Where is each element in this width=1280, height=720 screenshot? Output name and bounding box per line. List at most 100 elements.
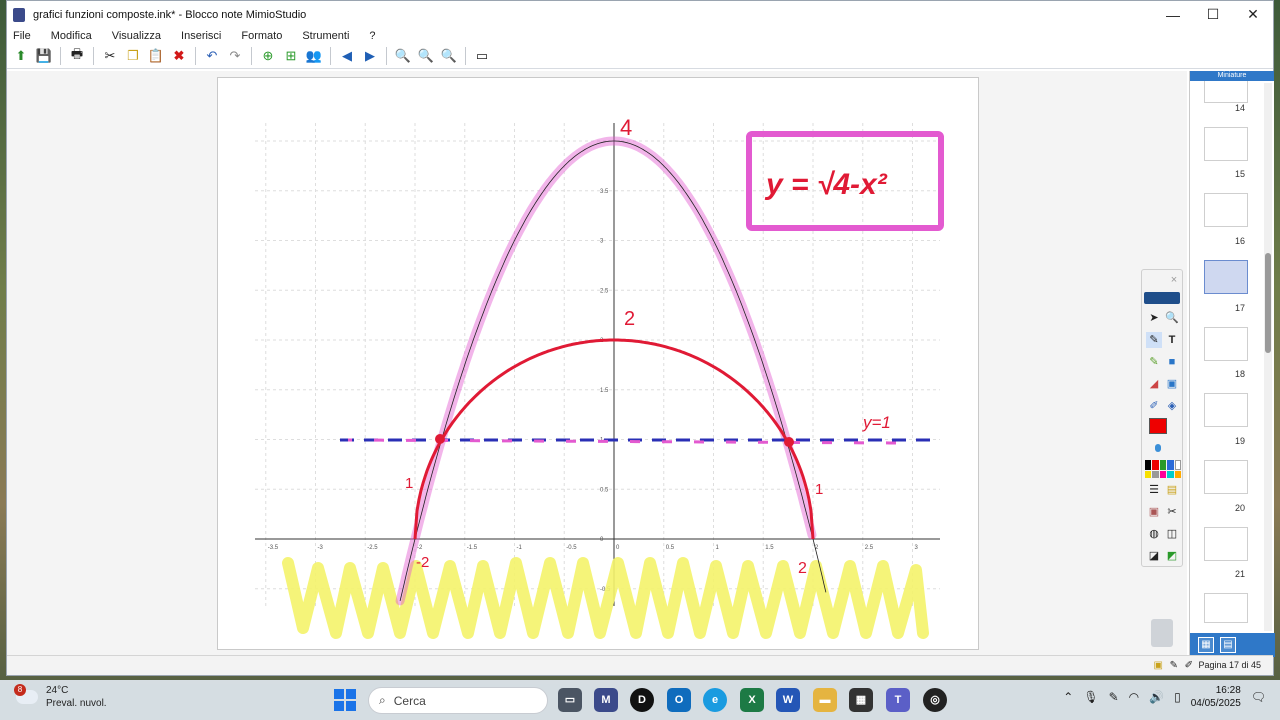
thumbnail-16[interactable] <box>1204 193 1248 227</box>
maximize-button[interactable]: ☐ <box>1193 1 1233 28</box>
gallery-icon[interactable]: ▤ <box>1164 482 1180 498</box>
menu-modifica[interactable]: Modifica <box>51 30 100 42</box>
gallery-view-icon[interactable]: ▤ <box>1220 637 1236 653</box>
equation-text: y = √4-x² <box>764 168 888 201</box>
users-icon[interactable]: 👥 <box>304 46 324 66</box>
mimio-app-icon[interactable]: M <box>594 688 618 712</box>
undo-icon[interactable]: ↶ <box>202 46 222 66</box>
menu-strumenti[interactable]: Strumenti <box>302 30 357 42</box>
excel-app-icon[interactable]: X <box>740 688 764 712</box>
microphone-icon[interactable]: 🎙 <box>1083 690 1098 704</box>
pen-icon[interactable]: ✎ <box>1109 690 1119 704</box>
text-tool-icon[interactable]: T <box>1164 332 1180 348</box>
status-tools-icon[interactable]: ✐ <box>1185 660 1193 671</box>
menu-inserisci[interactable]: Inserisci <box>181 30 229 42</box>
notifications-icon[interactable]: 🗨 <box>1251 690 1266 704</box>
scrollbar-thumb[interactable] <box>1265 253 1271 353</box>
new-page-icon[interactable]: ⊕ <box>258 46 278 66</box>
chevron-up-icon[interactable]: ⌃ <box>1063 690 1073 704</box>
screen-icon[interactable]: ▭ <box>472 46 492 66</box>
thumbnail-19[interactable] <box>1204 393 1248 427</box>
spotlight-icon[interactable]: ◍ <box>1146 526 1162 542</box>
label-neg2: -2 <box>416 554 429 571</box>
menu-file[interactable]: File <box>13 30 39 42</box>
zoom-tool-icon[interactable]: 🔍 <box>1164 310 1180 326</box>
thumbnail-21[interactable] <box>1204 527 1248 561</box>
word-app-icon[interactable]: W <box>776 688 800 712</box>
volume-icon[interactable]: 🔊 <box>1149 690 1164 704</box>
clock[interactable]: 16:28 04/05/2025 <box>1191 684 1241 710</box>
outlook-app-icon[interactable]: O <box>667 688 691 712</box>
notebook-page[interactable]: -3.5 -3 -2.5 -2 -1.5 -1 -0.5 0 0.5 1 1.5 2 2.5 3 3.5 3… <box>217 77 979 650</box>
forward-icon[interactable]: ▶ <box>360 46 380 66</box>
explorer-app-icon[interactable]: ▬ <box>813 688 837 712</box>
highlighter-icon[interactable]: ✎ <box>1146 354 1162 370</box>
print-icon[interactable]: 🖶 <box>67 46 87 66</box>
menu-visualizza[interactable]: Visualizza <box>112 30 169 42</box>
pen-tool-icon[interactable]: ✎ <box>1146 332 1162 348</box>
lines-icon[interactable]: ☰ <box>1146 482 1162 498</box>
cut-icon[interactable]: ✂ <box>100 46 120 66</box>
image-tool-icon[interactable]: ▣ <box>1164 376 1180 392</box>
zoom-in-icon[interactable]: 🔍 <box>393 46 413 66</box>
pipette-icon[interactable]: ✐ <box>1146 398 1162 414</box>
chatgpt-app-icon[interactable]: ◎ <box>923 688 947 712</box>
reveal-icon[interactable]: ◫ <box>1164 526 1180 542</box>
y-tick-label: 2.5 <box>600 288 609 294</box>
thumbnails-view-icon[interactable]: ▦ <box>1198 637 1214 653</box>
cloud-icon: 8 <box>14 684 38 704</box>
search-box[interactable]: ⌕ Cerca <box>368 687 548 714</box>
color-palette[interactable] <box>1145 460 1181 478</box>
wifi-icon[interactable]: ◠ <box>1129 690 1139 704</box>
recorder-icon[interactable]: ▣ <box>1146 504 1162 520</box>
paste-icon[interactable]: 📋 <box>146 46 166 66</box>
status-record-icon[interactable]: ▣ <box>1154 660 1163 671</box>
teams-app-icon[interactable]: T <box>886 688 910 712</box>
edge-app-icon[interactable]: e <box>703 688 727 712</box>
thumbnail-20[interactable] <box>1204 460 1248 494</box>
menu-formato[interactable]: Formato <box>241 30 290 42</box>
current-color-swatch[interactable] <box>1149 418 1167 434</box>
save-icon[interactable]: 💾 <box>34 46 54 66</box>
x-tick-label: 0.5 <box>666 545 675 551</box>
insert-page-icon[interactable]: ⊞ <box>281 46 301 66</box>
trash-icon[interactable] <box>1151 619 1173 647</box>
store-app-icon[interactable]: ▦ <box>849 688 873 712</box>
palette-close-icon[interactable]: × <box>1166 272 1182 288</box>
x-tick-label: -2.5 <box>367 545 378 551</box>
select-arrow-icon[interactable]: ➤ <box>1146 310 1162 326</box>
x-tick-label: -0.5 <box>566 545 577 551</box>
task-view-icon[interactable]: ▭ <box>558 688 582 712</box>
clock-date: 04/05/2025 <box>1190 698 1241 709</box>
thumbnail-18[interactable] <box>1204 327 1248 361</box>
zoom-fit-icon[interactable]: 🔍 <box>439 46 459 66</box>
zoom-out-icon[interactable]: 🔍 <box>416 46 436 66</box>
thumbnail-22[interactable] <box>1204 593 1248 623</box>
tools-icon[interactable]: ✂ <box>1164 504 1180 520</box>
eraser-icon[interactable]: ◢ <box>1146 376 1162 392</box>
menu-help[interactable]: ? <box>369 30 383 42</box>
open-icon[interactable]: ⬆ <box>11 46 31 66</box>
label-max-2: 2 <box>624 308 635 330</box>
thumbnail-17[interactable] <box>1204 260 1248 294</box>
thumbnail-14[interactable] <box>1204 81 1248 103</box>
copy-icon[interactable]: ❐ <box>123 46 143 66</box>
fill-icon[interactable]: ◈ <box>1164 398 1180 414</box>
line-width-icon[interactable] <box>1155 444 1161 452</box>
weather-widget[interactable]: 8 24°C Preval. nuvol. <box>14 684 107 710</box>
close-button[interactable]: ✕ <box>1233 1 1273 28</box>
delete-icon[interactable]: ✖ <box>169 46 189 66</box>
shape-tool-icon[interactable]: ■ <box>1164 354 1180 370</box>
battery-icon[interactable]: ▯ <box>1174 690 1181 704</box>
status-pen-icon[interactable]: ✎ <box>1170 660 1178 671</box>
redo-icon[interactable]: ↷ <box>225 46 245 66</box>
thumbnail-scrollbar[interactable] <box>1264 83 1272 631</box>
launch-icon[interactable]: ◩ <box>1164 548 1180 564</box>
back-icon[interactable]: ◀ <box>337 46 357 66</box>
minimize-button[interactable]: — <box>1153 1 1193 28</box>
x-tick-label: 2.5 <box>865 545 874 551</box>
screen-capture-icon[interactable]: ◪ <box>1146 548 1162 564</box>
start-button[interactable] <box>334 689 356 711</box>
thumbnail-15[interactable] <box>1204 127 1248 161</box>
dell-app-icon[interactable]: D <box>630 688 654 712</box>
